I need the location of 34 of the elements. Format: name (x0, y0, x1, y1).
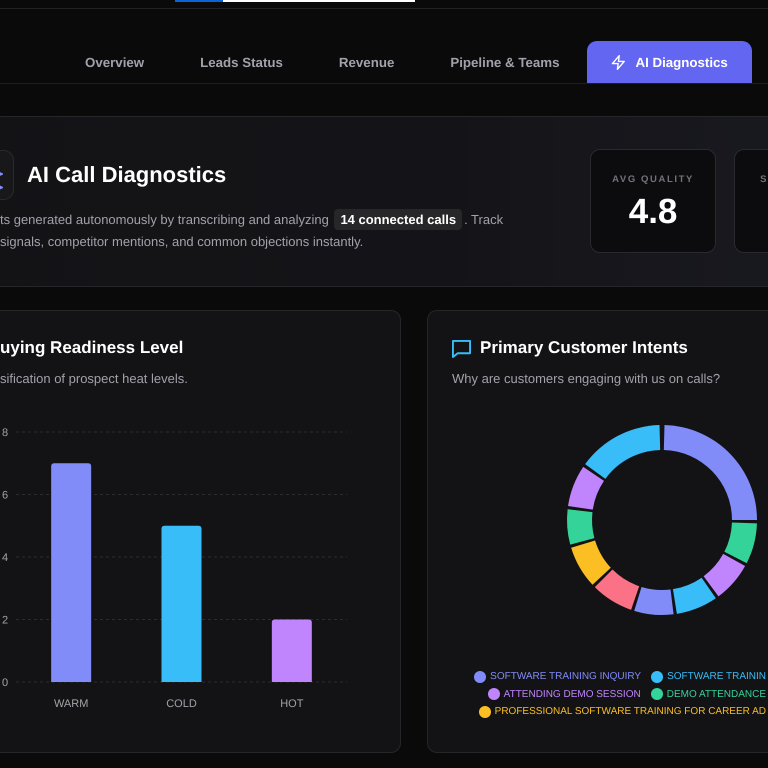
description-text: ts generated autonomously by transcribing and analyzing 14 connected calls. Track signals, competitor mentions, and common objections instantly. (0, 209, 560, 253)
card-title: Primary Customer Intents (480, 337, 688, 359)
donut-slice (672, 578, 716, 614)
stat-value: 4.8 (628, 192, 678, 232)
stat-label: S (760, 174, 768, 186)
axis-tick-label: 4 (2, 552, 8, 564)
legend-label: SOFTWARE TRAININ (667, 670, 766, 684)
axis-tick-label: 6 (2, 490, 8, 502)
legend-label: ATTENDING DEMO SESSION (504, 688, 641, 702)
donut-slice (634, 586, 674, 615)
bar (272, 620, 312, 682)
tab[interactable]: Revenue (310, 41, 422, 83)
card-subtitle: sification of prospect heat levels. (0, 370, 189, 388)
axis-label: COLD (166, 698, 197, 710)
tab[interactable]: AI Diagnostics (587, 41, 752, 83)
legend-label: DEMO ATTENDANCE (666, 688, 766, 702)
stat-label: AVG QUALITY (612, 174, 694, 186)
axis-label: HOT (280, 698, 304, 710)
legend-label: SOFTWARE TRAINING INQUIRY (490, 670, 642, 684)
page-title: AI Call Diagnostics (27, 161, 226, 189)
axis-tick-label: 2 (2, 614, 8, 626)
donut-slice (724, 522, 757, 564)
chat-bubble-icon (452, 338, 471, 358)
card-subtitle: Why are customers engaging with us on calls? (452, 370, 722, 388)
tab[interactable]: Overview (57, 41, 172, 83)
legend-label: PROFESSIONAL SOFTWARE TRAINING FOR CAREER AD (494, 705, 766, 719)
donut-slice (704, 554, 746, 596)
tab[interactable]: Leads Status (172, 41, 311, 83)
axis-label: WARM (54, 698, 88, 710)
card-title: uying Readiness Level (0, 337, 184, 359)
tab[interactable]: Pipeline & Teams (422, 41, 588, 83)
axis-tick-label: 8 (2, 427, 8, 439)
donut-slice (594, 570, 640, 610)
axis-tick-label: 0 (2, 677, 8, 689)
